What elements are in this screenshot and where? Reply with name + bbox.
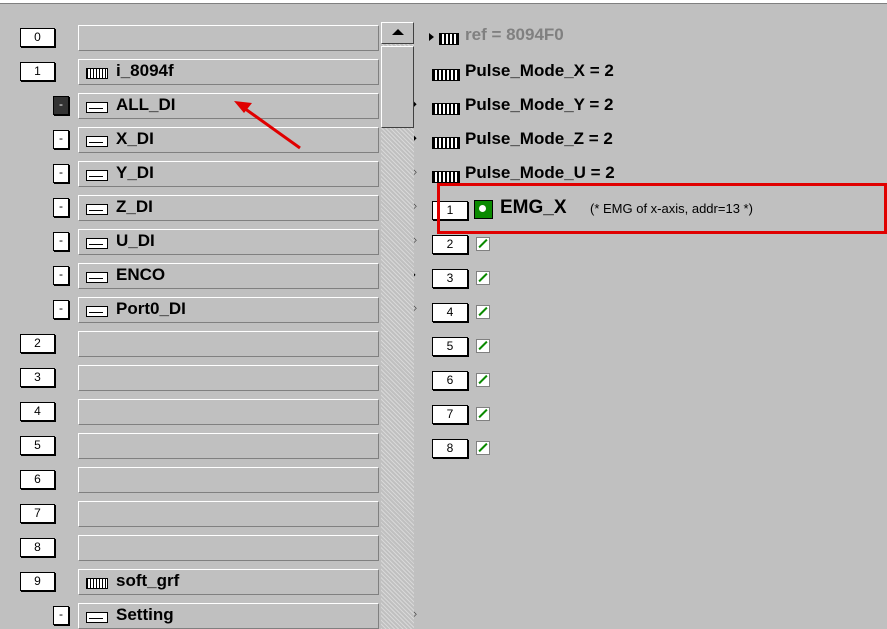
annotation-arrow-icon <box>234 101 301 150</box>
